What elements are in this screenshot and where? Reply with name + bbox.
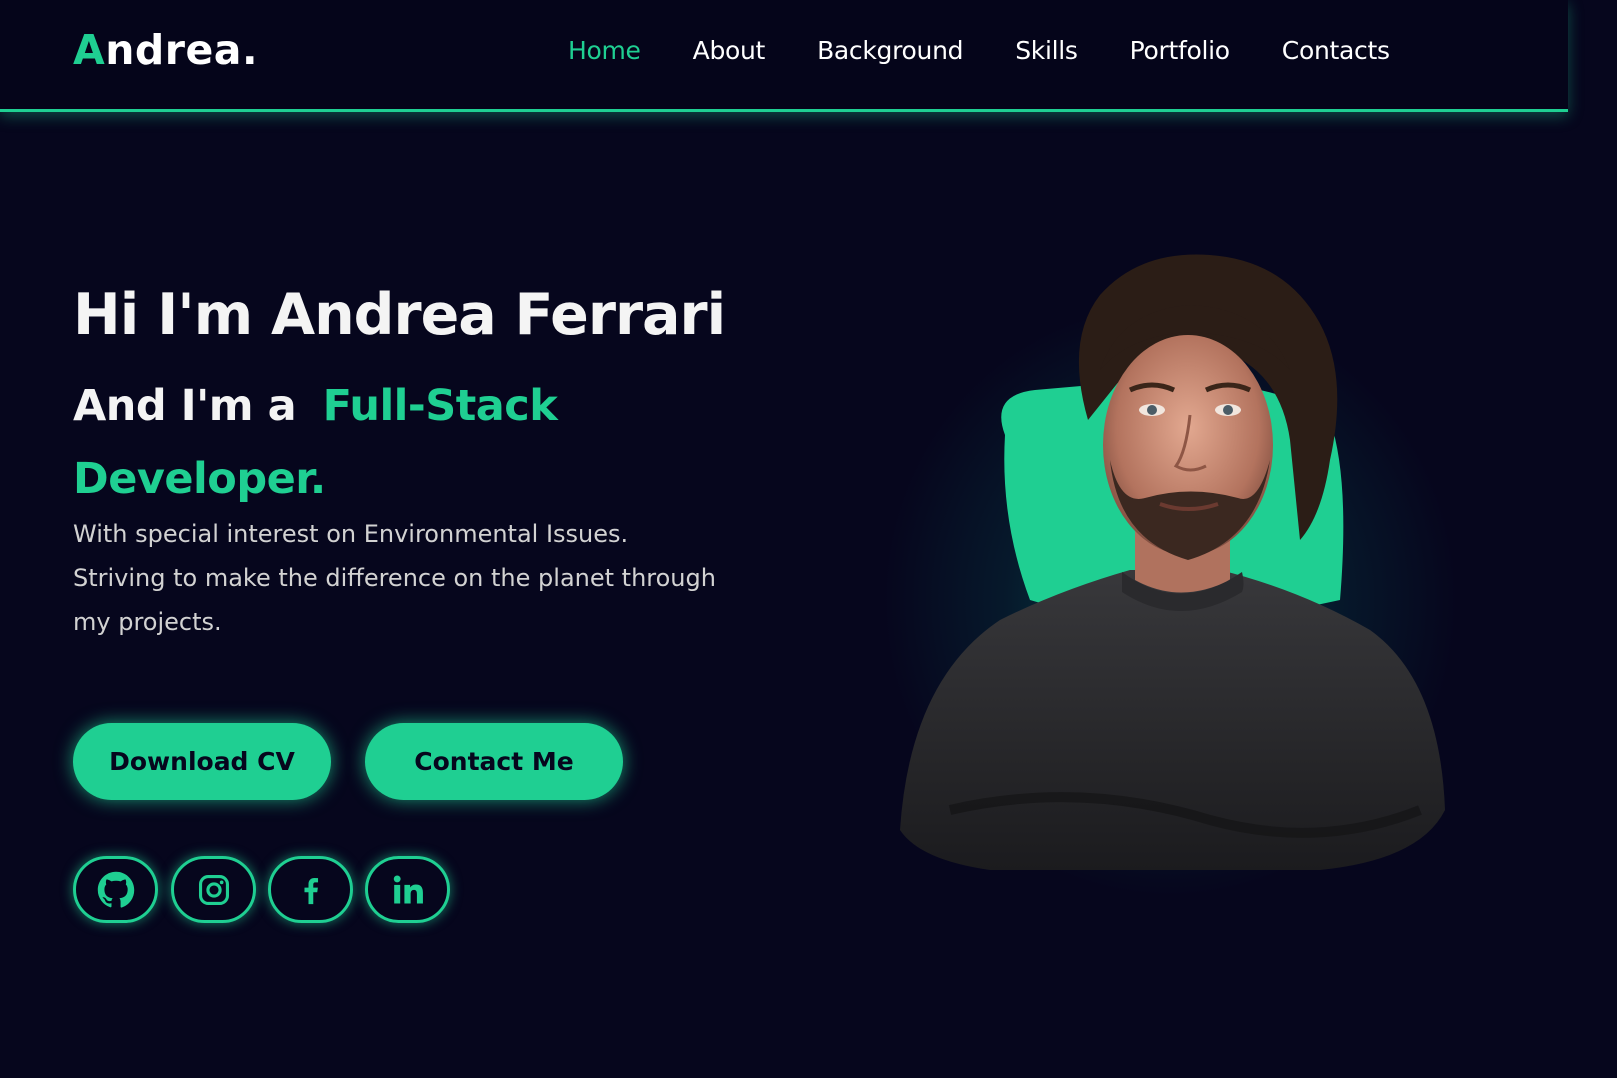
nav-link-skills[interactable]: Skills <box>1015 36 1078 65</box>
facebook-link[interactable] <box>268 856 353 923</box>
hero-title: Hi I'm Andrea Ferrari <box>73 282 726 348</box>
instagram-link[interactable] <box>171 856 256 923</box>
logo-text: ndrea. <box>105 26 259 74</box>
nav-link-background[interactable]: Background <box>817 36 963 65</box>
site-header: Andrea. Home About Background Skills Por… <box>0 0 1568 112</box>
hero-description: With special interest on Environmental I… <box>73 520 716 636</box>
facebook-icon <box>303 877 318 904</box>
contact-me-button[interactable]: Contact Me <box>365 723 623 800</box>
download-cv-button[interactable]: Download CV <box>73 723 331 800</box>
github-icon <box>97 871 134 908</box>
hero-portrait <box>860 220 1480 920</box>
main-nav: Home About Background Skills Portfolio C… <box>568 36 1390 65</box>
hero-subtitle-prefix: And I'm a <box>73 381 297 431</box>
nav-link-contacts[interactable]: Contacts <box>1282 36 1390 65</box>
logo-initial: A <box>73 26 106 74</box>
hero-subtitle: And I'm a Full-Stack Developer. <box>73 370 693 516</box>
linkedin-icon <box>393 874 423 903</box>
nav-link-home[interactable]: Home <box>568 36 641 65</box>
github-link[interactable] <box>73 856 158 923</box>
nav-link-portfolio[interactable]: Portfolio <box>1130 36 1230 65</box>
linkedin-link[interactable] <box>365 856 450 923</box>
profile-photo <box>900 254 1445 870</box>
site-logo[interactable]: Andrea. <box>73 26 258 74</box>
nav-link-about[interactable]: About <box>693 36 766 65</box>
instagram-icon <box>198 874 229 905</box>
